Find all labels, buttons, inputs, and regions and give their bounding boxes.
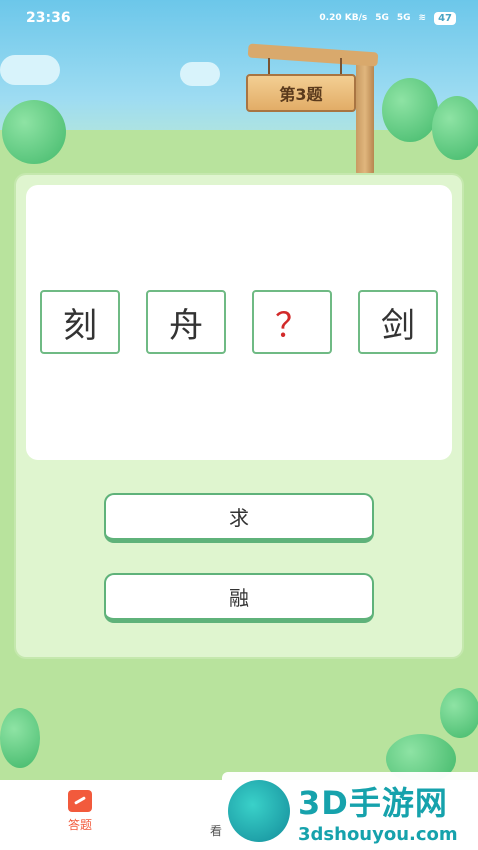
cloud-left	[0, 55, 60, 85]
idiom-char-4: 剑	[358, 290, 438, 354]
status-time: 23:36	[26, 10, 71, 26]
question-number: 第3题	[279, 85, 323, 104]
answer-option-2[interactable]: 融	[104, 573, 374, 623]
tree-right-2	[432, 96, 478, 160]
tab-answer[interactable]: 答题	[50, 790, 110, 833]
pencil-note-icon	[68, 790, 92, 812]
watermark-logo	[228, 780, 290, 842]
question-number-sign: 第3题	[246, 74, 356, 112]
signal-1: 5G	[375, 13, 389, 23]
battery-icon: 47	[434, 11, 456, 25]
wifi-icon: ≋	[418, 13, 427, 23]
status-bar: 23:36 0.20 KB/s 5G 5G ≋ 47	[0, 0, 478, 36]
site-watermark: 3D手游网 3dshouyou.com	[222, 772, 478, 850]
tree-left	[2, 100, 66, 164]
watermark-url: 3dshouyou.com	[298, 823, 458, 845]
tree-bottom-right-1	[440, 688, 478, 738]
idiom-char-1: 刻	[40, 290, 120, 354]
signal-2: 5G	[396, 13, 411, 23]
watermark-title: 3D手游网	[298, 783, 448, 822]
idiom-missing-char: ？	[252, 290, 332, 354]
cloud-right	[180, 62, 220, 86]
idiom-char-2: 舟	[146, 290, 226, 354]
tree-bottom-left	[0, 708, 40, 768]
status-icons: 0.20 KB/s 5G 5G ≋ 47	[319, 11, 456, 25]
answer-option-1[interactable]: 求	[104, 493, 374, 543]
signpost-pole	[356, 55, 374, 175]
tree-right-1	[382, 78, 438, 142]
net-speed: 0.20 KB/s	[319, 13, 368, 23]
